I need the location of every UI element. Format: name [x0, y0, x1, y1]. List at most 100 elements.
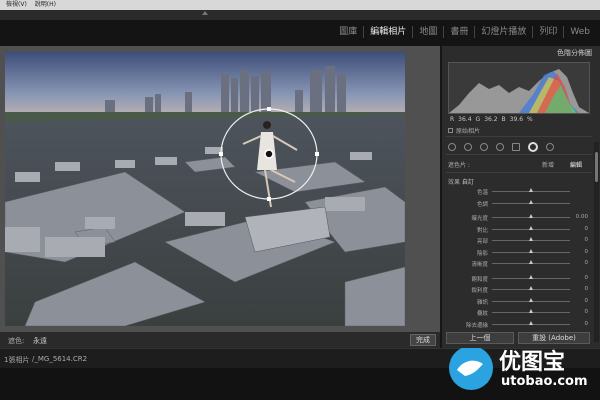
panel-divider — [446, 172, 592, 173]
slider-row: 曝光度 0.00 — [448, 214, 590, 222]
readout-b-value: 39.6 — [509, 116, 524, 123]
histogram-title[interactable]: 色階分佈圖 — [444, 48, 592, 58]
previous-button[interactable]: 上一個 — [446, 332, 514, 344]
module-library[interactable]: 圖庫 — [333, 26, 363, 38]
mask-overlay-select[interactable]: 永遠 — [33, 336, 47, 346]
module-slideshow[interactable]: 幻燈片播放 — [474, 26, 532, 38]
slider-label: 清晰度 — [471, 262, 488, 268]
slider-value: 0 — [584, 297, 589, 304]
histogram-readout: R 36.4 G 36.2 B 39.6 % — [450, 116, 533, 123]
collapse-top-panel-icon[interactable] — [202, 11, 208, 15]
module-book[interactable]: 書冊 — [443, 26, 474, 38]
module-print[interactable]: 列印 — [532, 26, 563, 38]
readout-g-value: 36.2 — [484, 116, 498, 123]
spot-removal-icon[interactable] — [480, 143, 488, 151]
slider-value: 0 — [584, 309, 589, 315]
radial-filter-icon[interactable] — [528, 142, 538, 152]
slider-thumb[interactable] — [529, 214, 533, 218]
slider-label: 疊紋 — [476, 311, 488, 317]
slider-row: 銳利度 0 — [448, 286, 590, 294]
reset-button[interactable]: 重設 (Adobe) — [518, 332, 590, 344]
slider-value: 0 — [584, 286, 589, 292]
slider-row: 陰影 0 — [448, 248, 590, 257]
mask-overlay-label: 遮色: — [8, 337, 25, 345]
radial-filter-handle-bottom — [267, 197, 271, 201]
red-eye-icon[interactable] — [496, 143, 504, 151]
slider-row: 亮部 0 — [448, 237, 590, 245]
slider-value: 0 — [584, 237, 589, 243]
readout-r-label: R — [450, 116, 455, 123]
panel-scroll-thumb[interactable] — [595, 152, 598, 182]
mask-edit-button[interactable]: 編輯 — [570, 160, 582, 169]
slider-label: 銳利度 — [471, 288, 488, 294]
photo-canvas[interactable] — [5, 52, 405, 326]
slider-thumb[interactable] — [529, 297, 533, 302]
slider-label: 飽和度 — [471, 276, 488, 283]
slider-row: 清晰度 0 — [448, 260, 590, 268]
tool-strip — [448, 141, 588, 153]
slider-label: 除去邊緣 — [465, 322, 488, 329]
readout-g-label: G — [475, 116, 481, 123]
original-photo-toggle[interactable]: 原始相片 — [448, 126, 480, 135]
slider-value: 0 — [584, 260, 589, 266]
slider-thumb[interactable] — [529, 260, 533, 264]
histogram-graph — [449, 69, 589, 113]
watermark: 优图宝 utobao.com — [445, 340, 595, 398]
histogram — [448, 62, 590, 114]
radial-filter-handle-left — [219, 152, 223, 156]
slider-value: 0 — [584, 225, 589, 232]
slider-label: 色調 — [476, 201, 488, 208]
readout-unit: % — [527, 116, 533, 123]
slider-thumb[interactable] — [529, 225, 533, 230]
slider-value: 0.00 — [575, 214, 588, 220]
slider-row: 疊紋 0 — [448, 309, 590, 317]
menu-bar: 檢視(V) 說明(H) — [0, 0, 600, 10]
mask-title: 遮色片 : — [448, 162, 470, 169]
right-panel: 色階分佈圖 R 36.4 G 36.2 B 39.6 % 原始相片 遮色片 : — [440, 46, 600, 348]
mask-new-button[interactable]: 新增 — [542, 160, 554, 169]
photo-viewer — [0, 46, 440, 332]
slider-label: 亮部 — [476, 239, 488, 245]
graduated-filter-icon[interactable] — [512, 143, 520, 151]
watermark-en: utobao.com — [501, 374, 588, 389]
slider-row: 色調 — [448, 199, 590, 208]
filmstrip-area: 优图宝 utobao.com — [0, 346, 600, 400]
slider-thumb[interactable] — [529, 274, 533, 279]
module-bar: 圖庫 編輯相片 地圖 書冊 幻燈片播放 列印 Web — [0, 20, 600, 46]
slider-label: 曝光度 — [471, 216, 488, 222]
photo-image — [5, 52, 405, 326]
slider-thumb[interactable] — [529, 188, 533, 192]
module-develop[interactable]: 編輯相片 — [363, 26, 412, 38]
slider-row: 雜訊 0 — [448, 297, 590, 306]
slider-thumb[interactable] — [529, 237, 533, 241]
filmstrip-filename[interactable]: /_MG_5614.CR2 — [32, 355, 87, 363]
menu-item-help[interactable]: 說明(H) — [35, 0, 56, 10]
slider-row: 除去邊緣 0 — [448, 320, 590, 329]
done-button[interactable]: 完成 — [410, 334, 436, 346]
effect-row: 效果 : 自訂 — [448, 176, 590, 186]
module-web[interactable]: Web — [563, 26, 596, 38]
slider-row: 對比 0 — [448, 225, 590, 234]
slider-thumb[interactable] — [529, 248, 533, 253]
slider-thumb[interactable] — [529, 309, 533, 313]
module-picker: 圖庫 編輯相片 地圖 書冊 幻燈片播放 列印 Web — [333, 26, 596, 38]
edit-toolbar: 遮色: 永遠 完成 — [0, 332, 440, 348]
slider-thumb[interactable] — [529, 286, 533, 290]
slider-label: 對比 — [476, 227, 488, 234]
filmstrip-source[interactable]: 1張相片 — [4, 355, 29, 365]
effect-select[interactable]: 自訂 — [462, 177, 474, 186]
slider-label: 陰影 — [476, 250, 488, 257]
slider-row: 飽和度 0 — [448, 274, 590, 283]
adjustment-brush-icon[interactable] — [546, 143, 554, 151]
mask-row: 遮色片 : 新增 編輯 — [448, 158, 590, 170]
panel-buttons: 上一個 重設 (Adobe) — [442, 330, 600, 346]
menu-item-view[interactable]: 檢視(V) — [6, 0, 27, 10]
slider-thumb[interactable] — [529, 199, 533, 204]
original-photo-checkbox[interactable] — [448, 128, 453, 133]
grid-tool-icon[interactable] — [448, 143, 456, 151]
watermark-cn: 优图宝 — [499, 350, 566, 375]
module-map[interactable]: 地圖 — [412, 26, 443, 38]
crop-tool-icon[interactable] — [464, 143, 472, 151]
original-photo-label: 原始相片 — [456, 128, 481, 135]
slider-thumb[interactable] — [529, 320, 533, 325]
